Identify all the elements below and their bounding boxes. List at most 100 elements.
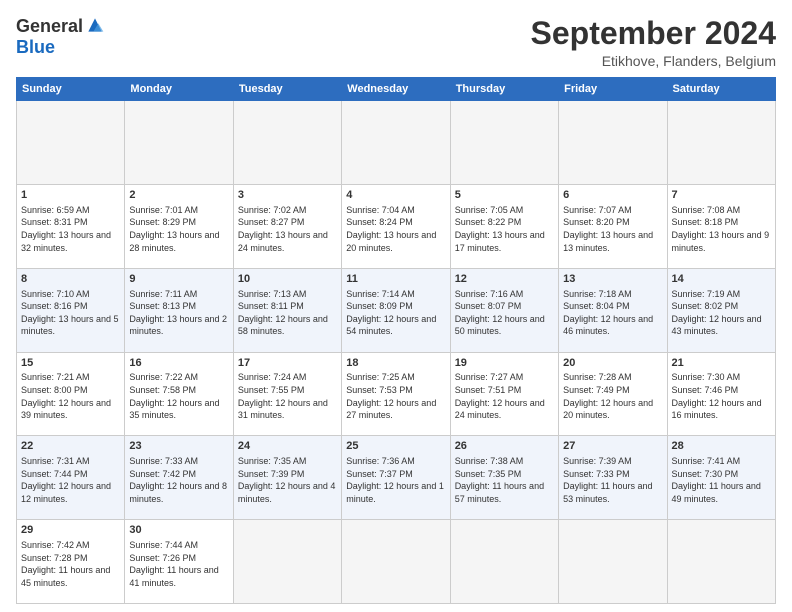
day-number: 13 bbox=[563, 272, 662, 287]
table-row bbox=[450, 101, 558, 185]
table-row: 8Sunrise: 7:10 AMSunset: 8:16 PMDaylight… bbox=[17, 268, 125, 352]
day-info: Sunrise: 7:28 AMSunset: 7:49 PMDaylight:… bbox=[563, 371, 662, 421]
table-row bbox=[233, 101, 341, 185]
day-info: Sunrise: 7:04 AMSunset: 8:24 PMDaylight:… bbox=[346, 204, 445, 254]
table-row bbox=[667, 520, 775, 604]
table-row: 13Sunrise: 7:18 AMSunset: 8:04 PMDayligh… bbox=[559, 268, 667, 352]
day-info: Sunrise: 7:02 AMSunset: 8:27 PMDaylight:… bbox=[238, 204, 337, 254]
table-row: 4Sunrise: 7:04 AMSunset: 8:24 PMDaylight… bbox=[342, 184, 450, 268]
table-row: 12Sunrise: 7:16 AMSunset: 8:07 PMDayligh… bbox=[450, 268, 558, 352]
day-info: Sunrise: 7:35 AMSunset: 7:39 PMDaylight:… bbox=[238, 455, 337, 505]
table-row: 10Sunrise: 7:13 AMSunset: 8:11 PMDayligh… bbox=[233, 268, 341, 352]
day-info: Sunrise: 7:39 AMSunset: 7:33 PMDaylight:… bbox=[563, 455, 662, 505]
day-info: Sunrise: 7:21 AMSunset: 8:00 PMDaylight:… bbox=[21, 371, 120, 421]
day-number: 27 bbox=[563, 439, 662, 454]
day-number: 10 bbox=[238, 272, 337, 287]
day-info: Sunrise: 7:07 AMSunset: 8:20 PMDaylight:… bbox=[563, 204, 662, 254]
table-row bbox=[342, 520, 450, 604]
calendar-week-row: 1Sunrise: 6:59 AMSunset: 8:31 PMDaylight… bbox=[17, 184, 776, 268]
day-info: Sunrise: 7:42 AMSunset: 7:28 PMDaylight:… bbox=[21, 539, 120, 589]
day-number: 20 bbox=[563, 356, 662, 371]
table-row: 14Sunrise: 7:19 AMSunset: 8:02 PMDayligh… bbox=[667, 268, 775, 352]
table-row: 6Sunrise: 7:07 AMSunset: 8:20 PMDaylight… bbox=[559, 184, 667, 268]
day-number: 23 bbox=[129, 439, 228, 454]
logo-icon bbox=[85, 15, 105, 35]
table-row: 27Sunrise: 7:39 AMSunset: 7:33 PMDayligh… bbox=[559, 436, 667, 520]
table-row: 3Sunrise: 7:02 AMSunset: 8:27 PMDaylight… bbox=[233, 184, 341, 268]
day-number: 18 bbox=[346, 356, 445, 371]
day-info: Sunrise: 7:01 AMSunset: 8:29 PMDaylight:… bbox=[129, 204, 228, 254]
day-info: Sunrise: 7:11 AMSunset: 8:13 PMDaylight:… bbox=[129, 288, 228, 338]
header-friday: Friday bbox=[559, 78, 667, 101]
table-row: 1Sunrise: 6:59 AMSunset: 8:31 PMDaylight… bbox=[17, 184, 125, 268]
day-number: 29 bbox=[21, 523, 120, 538]
header-tuesday: Tuesday bbox=[233, 78, 341, 101]
day-number: 7 bbox=[672, 188, 771, 203]
day-info: Sunrise: 6:59 AMSunset: 8:31 PMDaylight:… bbox=[21, 204, 120, 254]
table-row: 20Sunrise: 7:28 AMSunset: 7:49 PMDayligh… bbox=[559, 352, 667, 436]
table-row: 21Sunrise: 7:30 AMSunset: 7:46 PMDayligh… bbox=[667, 352, 775, 436]
day-number: 6 bbox=[563, 188, 662, 203]
day-info: Sunrise: 7:24 AMSunset: 7:55 PMDaylight:… bbox=[238, 371, 337, 421]
table-row: 26Sunrise: 7:38 AMSunset: 7:35 PMDayligh… bbox=[450, 436, 558, 520]
table-row: 9Sunrise: 7:11 AMSunset: 8:13 PMDaylight… bbox=[125, 268, 233, 352]
calendar-table: Sunday Monday Tuesday Wednesday Thursday… bbox=[16, 77, 776, 604]
title-block: September 2024 Etikhove, Flanders, Belgi… bbox=[531, 16, 776, 69]
table-row: 16Sunrise: 7:22 AMSunset: 7:58 PMDayligh… bbox=[125, 352, 233, 436]
day-info: Sunrise: 7:05 AMSunset: 8:22 PMDaylight:… bbox=[455, 204, 554, 254]
day-number: 30 bbox=[129, 523, 228, 538]
table-row bbox=[233, 520, 341, 604]
header-wednesday: Wednesday bbox=[342, 78, 450, 101]
day-number: 22 bbox=[21, 439, 120, 454]
header-monday: Monday bbox=[125, 78, 233, 101]
day-number: 2 bbox=[129, 188, 228, 203]
day-info: Sunrise: 7:19 AMSunset: 8:02 PMDaylight:… bbox=[672, 288, 771, 338]
day-info: Sunrise: 7:13 AMSunset: 8:11 PMDaylight:… bbox=[238, 288, 337, 338]
header-sunday: Sunday bbox=[17, 78, 125, 101]
day-number: 3 bbox=[238, 188, 337, 203]
day-number: 28 bbox=[672, 439, 771, 454]
day-info: Sunrise: 7:18 AMSunset: 8:04 PMDaylight:… bbox=[563, 288, 662, 338]
day-number: 12 bbox=[455, 272, 554, 287]
table-row: 11Sunrise: 7:14 AMSunset: 8:09 PMDayligh… bbox=[342, 268, 450, 352]
calendar-week-row bbox=[17, 101, 776, 185]
day-number: 1 bbox=[21, 188, 120, 203]
day-number: 11 bbox=[346, 272, 445, 287]
table-row bbox=[667, 101, 775, 185]
table-row: 30Sunrise: 7:44 AMSunset: 7:26 PMDayligh… bbox=[125, 520, 233, 604]
table-row: 5Sunrise: 7:05 AMSunset: 8:22 PMDaylight… bbox=[450, 184, 558, 268]
calendar-week-row: 22Sunrise: 7:31 AMSunset: 7:44 PMDayligh… bbox=[17, 436, 776, 520]
day-number: 21 bbox=[672, 356, 771, 371]
calendar-week-row: 8Sunrise: 7:10 AMSunset: 8:16 PMDaylight… bbox=[17, 268, 776, 352]
calendar-header-row: Sunday Monday Tuesday Wednesday Thursday… bbox=[17, 78, 776, 101]
day-info: Sunrise: 7:44 AMSunset: 7:26 PMDaylight:… bbox=[129, 539, 228, 589]
day-number: 24 bbox=[238, 439, 337, 454]
day-info: Sunrise: 7:16 AMSunset: 8:07 PMDaylight:… bbox=[455, 288, 554, 338]
table-row: 22Sunrise: 7:31 AMSunset: 7:44 PMDayligh… bbox=[17, 436, 125, 520]
day-info: Sunrise: 7:31 AMSunset: 7:44 PMDaylight:… bbox=[21, 455, 120, 505]
day-number: 8 bbox=[21, 272, 120, 287]
table-row: 23Sunrise: 7:33 AMSunset: 7:42 PMDayligh… bbox=[125, 436, 233, 520]
day-number: 9 bbox=[129, 272, 228, 287]
table-row: 19Sunrise: 7:27 AMSunset: 7:51 PMDayligh… bbox=[450, 352, 558, 436]
location: Etikhove, Flanders, Belgium bbox=[531, 53, 776, 69]
table-row bbox=[17, 101, 125, 185]
day-number: 14 bbox=[672, 272, 771, 287]
table-row: 25Sunrise: 7:36 AMSunset: 7:37 PMDayligh… bbox=[342, 436, 450, 520]
day-info: Sunrise: 7:10 AMSunset: 8:16 PMDaylight:… bbox=[21, 288, 120, 338]
table-row: 7Sunrise: 7:08 AMSunset: 8:18 PMDaylight… bbox=[667, 184, 775, 268]
day-number: 25 bbox=[346, 439, 445, 454]
table-row: 2Sunrise: 7:01 AMSunset: 8:29 PMDaylight… bbox=[125, 184, 233, 268]
table-row bbox=[559, 520, 667, 604]
header-saturday: Saturday bbox=[667, 78, 775, 101]
day-number: 19 bbox=[455, 356, 554, 371]
table-row: 15Sunrise: 7:21 AMSunset: 8:00 PMDayligh… bbox=[17, 352, 125, 436]
table-row bbox=[342, 101, 450, 185]
day-number: 16 bbox=[129, 356, 228, 371]
day-info: Sunrise: 7:27 AMSunset: 7:51 PMDaylight:… bbox=[455, 371, 554, 421]
header-thursday: Thursday bbox=[450, 78, 558, 101]
day-info: Sunrise: 7:36 AMSunset: 7:37 PMDaylight:… bbox=[346, 455, 445, 505]
day-info: Sunrise: 7:33 AMSunset: 7:42 PMDaylight:… bbox=[129, 455, 228, 505]
day-info: Sunrise: 7:30 AMSunset: 7:46 PMDaylight:… bbox=[672, 371, 771, 421]
day-info: Sunrise: 7:08 AMSunset: 8:18 PMDaylight:… bbox=[672, 204, 771, 254]
